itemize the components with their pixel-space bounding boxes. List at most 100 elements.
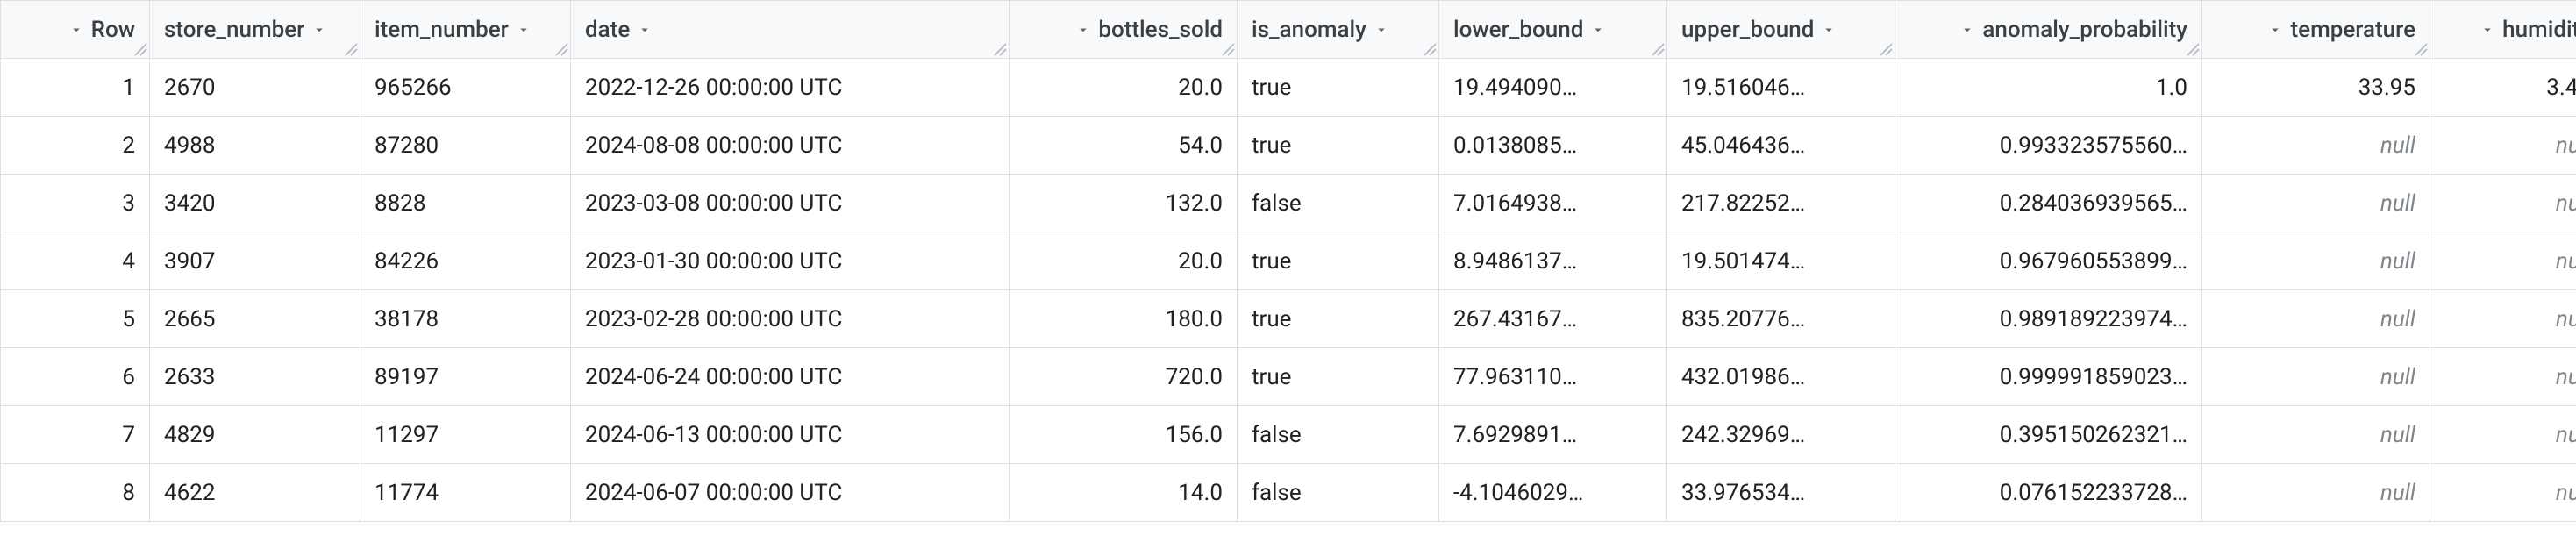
- column-resize-handle[interactable]: [553, 40, 570, 58]
- column-menu-icon[interactable]: [1590, 22, 1606, 38]
- column-header-label: bottles_sold: [1098, 17, 1223, 43]
- table-row: 126709652662022-12-26 00:00:00 UTC20.0tr…: [1, 59, 2576, 117]
- cell-lower_bound: 7.6929891…: [1439, 406, 1667, 464]
- column-header-temperature[interactable]: temperature: [2202, 1, 2430, 59]
- cell-lower_bound: 19.494090…: [1439, 59, 1667, 117]
- column-resize-handle[interactable]: [991, 40, 1009, 58]
- cell-date: 2023-01-30 00:00:00 UTC: [571, 232, 1010, 290]
- column-resize-handle[interactable]: [2412, 40, 2430, 58]
- column-header-row[interactable]: Row: [1, 1, 150, 59]
- cell-upper_bound: 33.976534…: [1667, 464, 1895, 522]
- column-menu-icon[interactable]: [1374, 22, 1389, 38]
- cell-store_number: 3907: [150, 232, 360, 290]
- column-header-label: humidity: [2502, 17, 2576, 43]
- cell-item_number: 84226: [360, 232, 571, 290]
- cell-store_number: 3420: [150, 175, 360, 232]
- cell-item_number: 87280: [360, 117, 571, 175]
- table-body: 126709652662022-12-26 00:00:00 UTC20.0tr…: [1, 59, 2576, 522]
- column-menu-icon[interactable]: [311, 22, 327, 38]
- cell-is_anomaly: false: [1238, 464, 1439, 522]
- column-menu-icon[interactable]: [1821, 22, 1837, 38]
- results-table-container: Row store_number item_number date bottles_so…: [0, 0, 2576, 522]
- table-row: 24988872802024-08-08 00:00:00 UTC54.0tru…: [1, 117, 2576, 175]
- cell-row: 2: [1, 117, 150, 175]
- cell-humidity: 3.45: [2430, 59, 2576, 117]
- column-resize-handle[interactable]: [132, 40, 149, 58]
- cell-humidity: null: [2430, 290, 2576, 348]
- column-header-label: store_number: [164, 17, 304, 43]
- cell-temperature: null: [2202, 290, 2430, 348]
- cell-row: 4: [1, 232, 150, 290]
- column-header-upper_bound[interactable]: upper_bound: [1667, 1, 1895, 59]
- cell-is_anomaly: false: [1238, 406, 1439, 464]
- column-resize-handle[interactable]: [1649, 40, 1666, 58]
- cell-anomaly_probability: 0.395150262321…: [1895, 406, 2202, 464]
- column-header-is_anomaly[interactable]: is_anomaly: [1238, 1, 1439, 59]
- column-header-anomaly_probability[interactable]: anomaly_probability: [1895, 1, 2202, 59]
- cell-temperature: null: [2202, 464, 2430, 522]
- cell-row: 1: [1, 59, 150, 117]
- column-header-label: Row: [91, 17, 135, 43]
- column-header-label: anomaly_probability: [1982, 17, 2187, 43]
- column-menu-icon[interactable]: [1959, 22, 1975, 38]
- column-resize-handle[interactable]: [1877, 40, 1895, 58]
- column-header-date[interactable]: date: [571, 1, 1010, 59]
- cell-item_number: 8828: [360, 175, 571, 232]
- cell-item_number: 11774: [360, 464, 571, 522]
- cell-bottles_sold: 132.0: [1010, 175, 1238, 232]
- column-header-bottles_sold[interactable]: bottles_sold: [1010, 1, 1238, 59]
- column-resize-handle[interactable]: [342, 40, 360, 58]
- column-resize-handle[interactable]: [1219, 40, 1237, 58]
- column-menu-icon[interactable]: [2267, 22, 2283, 38]
- cell-anomaly_probability: 0.076152233728…: [1895, 464, 2202, 522]
- cell-bottles_sold: 180.0: [1010, 290, 1238, 348]
- column-header-lower_bound[interactable]: lower_bound: [1439, 1, 1667, 59]
- table-row: 3342088282023-03-08 00:00:00 UTC132.0fal…: [1, 175, 2576, 232]
- cell-row: 7: [1, 406, 150, 464]
- column-resize-handle[interactable]: [1421, 40, 1438, 58]
- cell-store_number: 2633: [150, 348, 360, 406]
- cell-store_number: 2665: [150, 290, 360, 348]
- column-header-store_number[interactable]: store_number: [150, 1, 360, 59]
- column-header-label: lower_bound: [1453, 17, 1583, 43]
- column-menu-icon[interactable]: [68, 22, 84, 38]
- cell-temperature: null: [2202, 175, 2430, 232]
- cell-upper_bound: 19.501474…: [1667, 232, 1895, 290]
- table-row: 62633891972024-06-24 00:00:00 UTC720.0tr…: [1, 348, 2576, 406]
- cell-is_anomaly: true: [1238, 290, 1439, 348]
- cell-store_number: 4988: [150, 117, 360, 175]
- column-header-item_number[interactable]: item_number: [360, 1, 571, 59]
- cell-date: 2024-06-13 00:00:00 UTC: [571, 406, 1010, 464]
- cell-item_number: 89197: [360, 348, 571, 406]
- cell-bottles_sold: 20.0: [1010, 232, 1238, 290]
- cell-anomaly_probability: 0.989189223974…: [1895, 290, 2202, 348]
- cell-upper_bound: 432.01986…: [1667, 348, 1895, 406]
- column-menu-icon[interactable]: [2480, 22, 2495, 38]
- column-header-label: item_number: [375, 17, 509, 43]
- cell-bottles_sold: 20.0: [1010, 59, 1238, 117]
- cell-lower_bound: 267.43167…: [1439, 290, 1667, 348]
- cell-store_number: 2670: [150, 59, 360, 117]
- cell-lower_bound: -4.1046029…: [1439, 464, 1667, 522]
- column-menu-icon[interactable]: [516, 22, 532, 38]
- cell-upper_bound: 835.20776…: [1667, 290, 1895, 348]
- cell-temperature: null: [2202, 406, 2430, 464]
- cell-is_anomaly: false: [1238, 175, 1439, 232]
- cell-date: 2023-03-08 00:00:00 UTC: [571, 175, 1010, 232]
- cell-store_number: 4622: [150, 464, 360, 522]
- table-header: Row store_number item_number date bottles_so…: [1, 1, 2576, 59]
- column-menu-icon[interactable]: [1075, 22, 1091, 38]
- cell-bottles_sold: 54.0: [1010, 117, 1238, 175]
- column-header-label: is_anomaly: [1252, 17, 1366, 43]
- column-header-label: upper_bound: [1681, 17, 1814, 43]
- cell-row: 3: [1, 175, 150, 232]
- cell-humidity: null: [2430, 232, 2576, 290]
- cell-temperature: null: [2202, 117, 2430, 175]
- column-resize-handle[interactable]: [2184, 40, 2201, 58]
- cell-store_number: 4829: [150, 406, 360, 464]
- column-header-humidity[interactable]: humidity: [2430, 1, 2576, 59]
- cell-bottles_sold: 14.0: [1010, 464, 1238, 522]
- cell-bottles_sold: 156.0: [1010, 406, 1238, 464]
- cell-lower_bound: 0.0138085…: [1439, 117, 1667, 175]
- column-menu-icon[interactable]: [637, 22, 653, 38]
